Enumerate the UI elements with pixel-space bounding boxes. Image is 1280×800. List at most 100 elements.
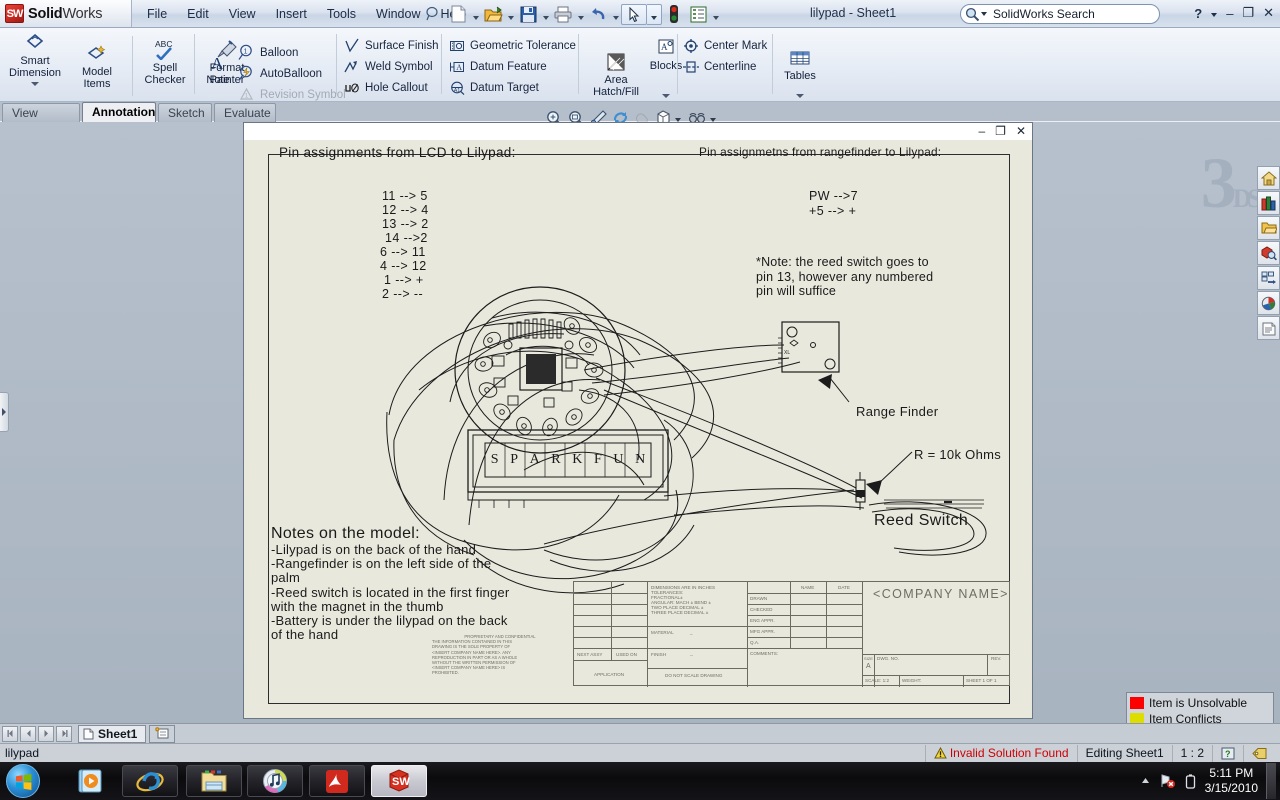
sheet-window-controls[interactable]: – ❐ ✕ xyxy=(978,124,1026,138)
taskbar-itunes[interactable] xyxy=(247,765,303,797)
spell-checker-button[interactable]: ABC Spell Checker xyxy=(134,30,196,90)
taskbar-adobe-reader[interactable] xyxy=(309,765,365,797)
tab-annotation[interactable]: Annotation xyxy=(82,102,156,122)
quick-access-toolbar[interactable] xyxy=(446,3,721,25)
open-document-icon[interactable] xyxy=(481,3,505,25)
menu-item-edit[interactable]: Edit xyxy=(178,4,218,24)
next-sheet-button[interactable] xyxy=(38,725,54,742)
print-icon[interactable] xyxy=(551,3,575,25)
notes-block[interactable]: Notes on the model: -Lilypad is on the b… xyxy=(271,525,509,642)
model-items-button[interactable]: Model Items xyxy=(66,30,128,90)
balloon-button[interactable]: 1 Balloon xyxy=(238,42,346,63)
search-input[interactable] xyxy=(991,6,1151,22)
reed-switch-label[interactable]: Reed Switch xyxy=(874,512,968,530)
centerline-button[interactable]: Centerline xyxy=(683,56,767,77)
task-pane[interactable] xyxy=(1256,166,1280,782)
sheet-close-button[interactable]: ✕ xyxy=(1016,124,1026,138)
previous-sheet-button[interactable] xyxy=(20,725,36,742)
search-box[interactable] xyxy=(960,4,1160,24)
hole-callout-button[interactable]: Hole Callout xyxy=(344,77,439,98)
rebuild-icon[interactable] xyxy=(662,3,686,25)
show-hidden-icons-button[interactable] xyxy=(1140,776,1151,786)
file-explorer-icon[interactable] xyxy=(1257,216,1280,240)
company-name[interactable]: <COMPANY NAME> xyxy=(873,587,1009,601)
view-palette-icon[interactable] xyxy=(1257,266,1280,290)
weld-symbol-button[interactable]: Weld Symbol xyxy=(344,56,439,77)
blocks-button[interactable]: A Blocks xyxy=(644,30,688,98)
sw-resources-icon[interactable] xyxy=(1257,166,1280,190)
start-button[interactable] xyxy=(6,764,40,798)
minimize-button[interactable]: – xyxy=(1226,6,1233,21)
last-sheet-button[interactable] xyxy=(56,725,72,742)
tables-button[interactable]: Tables xyxy=(778,32,822,98)
save-icon[interactable] xyxy=(516,3,540,25)
sheet-minimize-button[interactable]: – xyxy=(978,124,985,138)
tab-evaluate[interactable]: Evaluate xyxy=(214,103,276,122)
help-question-icon[interactable]: ? xyxy=(1221,747,1235,760)
status-help-button[interactable]: ? xyxy=(1212,744,1243,762)
close-button[interactable]: ✕ xyxy=(1263,5,1274,21)
open-document-dropdown[interactable] xyxy=(505,3,516,25)
custom-properties-icon[interactable] xyxy=(1257,316,1280,340)
status-warning[interactable]: Invalid Solution Found xyxy=(924,744,1077,762)
pin-heading-lcd[interactable]: Pin assignments from LCD to Lilypad: xyxy=(279,145,516,160)
sheet-tab-bar[interactable]: Sheet1 xyxy=(0,723,1280,743)
center-mark-button[interactable]: Center Mark xyxy=(683,35,767,56)
tables-dropdown-icon[interactable] xyxy=(796,94,804,98)
battery-icon[interactable] xyxy=(1184,773,1197,789)
help-button[interactable]: ? xyxy=(1194,6,1202,21)
range-finder-label[interactable]: Range Finder xyxy=(856,404,938,419)
network-icon[interactable] xyxy=(1159,773,1176,789)
tab-view-layout[interactable]: View Layout xyxy=(2,103,80,139)
pushpin-icon[interactable] xyxy=(424,6,440,22)
taskbar-solidworks[interactable]: SW xyxy=(371,765,427,797)
smart-dimension-button[interactable]: Smart Dimension xyxy=(4,30,66,90)
sheet-restore-button[interactable]: ❐ xyxy=(995,124,1006,138)
reed-switch-note[interactable]: *Note: the reed switch goes to pin 13, h… xyxy=(756,255,933,299)
design-library-icon[interactable] xyxy=(1257,191,1280,215)
show-desktop-button[interactable] xyxy=(1266,763,1276,799)
save-dropdown[interactable] xyxy=(540,3,551,25)
feature-tree-expander[interactable] xyxy=(0,392,9,432)
tab-sketch[interactable]: Sketch xyxy=(158,103,212,122)
tag-icon[interactable] xyxy=(1252,747,1268,760)
geometric-tolerance-button[interactable]: Geometric Tolerance xyxy=(449,35,576,56)
material-value[interactable]: _ xyxy=(690,630,693,635)
add-sheet-tab[interactable] xyxy=(149,724,176,743)
window-controls[interactable]: ? – ❐ ✕ xyxy=(1194,5,1274,21)
first-sheet-button[interactable] xyxy=(2,725,18,742)
area-hatch-fill-button[interactable]: Area Hatch/Fill xyxy=(588,30,644,98)
menu-item-insert[interactable]: Insert xyxy=(267,4,316,24)
options-dropdown[interactable] xyxy=(710,3,721,25)
title-block[interactable]: NEXT ASSY USED ON APPLICATION DIMENSIONS… xyxy=(573,581,1010,687)
new-document-icon[interactable] xyxy=(446,3,470,25)
print-dropdown[interactable] xyxy=(575,3,586,25)
lcd-pin-list[interactable]: 11 --> 5 12 --> 4 13 --> 2 14 -->2 6 -->… xyxy=(380,189,429,301)
menu-item-view[interactable]: View xyxy=(220,4,265,24)
autoballoon-button[interactable]: AutoBalloon xyxy=(238,63,346,84)
taskbar-windows-explorer[interactable] xyxy=(186,765,242,797)
search-dropdown-icon[interactable] xyxy=(981,12,987,16)
menu-item-file[interactable]: File xyxy=(138,4,176,24)
rangefinder-pin-list[interactable]: PW -->7 +5 --> + xyxy=(809,189,858,219)
menu-item-window[interactable]: Window xyxy=(367,4,429,24)
restore-button[interactable]: ❐ xyxy=(1242,5,1254,21)
menu-item-tools[interactable]: Tools xyxy=(318,4,365,24)
undo-dropdown[interactable] xyxy=(610,3,621,25)
datum-target-button[interactable]: A1 Datum Target xyxy=(449,77,576,98)
taskbar-clock[interactable]: 5:11 PM 3/15/2010 xyxy=(1205,766,1258,796)
undo-icon[interactable] xyxy=(586,3,610,25)
pin-heading-rangefinder[interactable]: Pin assignmetns from rangefinder to Lily… xyxy=(699,145,941,159)
datum-feature-button[interactable]: A Datum Feature xyxy=(449,56,576,77)
surface-finish-button[interactable]: Surface Finish xyxy=(344,35,439,56)
taskbar-media-player[interactable] xyxy=(62,765,118,797)
drawing-canvas[interactable]: Pin assignments from LCD to Lilypad: Pin… xyxy=(244,140,1032,718)
select-icon[interactable] xyxy=(621,3,647,25)
options-icon[interactable] xyxy=(686,3,710,25)
taskbar-internet-explorer[interactable] xyxy=(122,765,178,797)
finish-value[interactable]: -- xyxy=(690,653,693,658)
appearances-icon[interactable] xyxy=(1257,291,1280,315)
select-dropdown[interactable] xyxy=(647,3,662,25)
sheet-tab-sheet1[interactable]: Sheet1 xyxy=(78,724,147,743)
note-button[interactable]: A Note xyxy=(200,40,236,86)
